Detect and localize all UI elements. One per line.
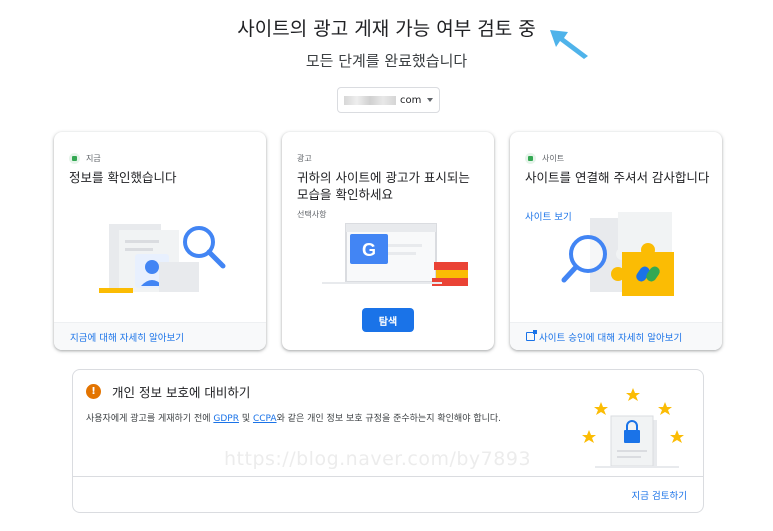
- card-ads: 광고 귀하의 사이트에 광고가 표시되는 모습을 확인하세요 선택사항 G 탐색: [282, 132, 494, 350]
- site-name-redacted: [344, 95, 396, 105]
- check-icon: [525, 153, 536, 164]
- gdpr-link[interactable]: GDPR: [213, 414, 239, 424]
- svg-text:G: G: [362, 240, 376, 260]
- card-status: 광고: [297, 153, 312, 164]
- card-footer-label: 사이트 승인에 대해 자세히 알아보기: [539, 332, 683, 344]
- browser-ad-illustration: G: [322, 223, 468, 286]
- card-status-label: 광고: [297, 154, 312, 163]
- card-status-label: 지금: [86, 154, 101, 163]
- watermark: https://blog.naver.com/by7893: [224, 448, 532, 470]
- site-selector[interactable]: com: [337, 87, 440, 113]
- privacy-desc-text: 및: [238, 414, 253, 424]
- card-footer-link[interactable]: 지금에 대해 자세히 알아보기: [54, 322, 266, 350]
- dropdown-caret-icon: [427, 98, 433, 102]
- card-heading: 귀하의 사이트에 광고가 표시되는 모습을 확인하세요: [297, 170, 470, 202]
- review-now-link[interactable]: 지금 검토하기: [632, 488, 687, 502]
- check-icon: [69, 153, 80, 164]
- card-footer-link[interactable]: 사이트 승인에 대해 자세히 알아보기: [510, 322, 722, 350]
- privacy-lock-illustration: [582, 388, 684, 468]
- card-status-label: 사이트: [542, 154, 565, 163]
- card-heading: 사이트를 연결해 주셔서 감사합니다: [525, 170, 710, 185]
- card-now: 지금 정보를 확인했습니다 지금에 대해 자세히 알아보기: [54, 132, 266, 350]
- site-domain-suffix: com: [400, 94, 422, 106]
- optional-label: 선택사항: [297, 210, 327, 219]
- privacy-header: ! 개인 정보 보호에 대비하기: [86, 382, 250, 401]
- privacy-desc-text: 와 같은 개인 정보 보호 규정을 준수하는지 확인해야 합니다.: [276, 414, 502, 424]
- ccpa-link[interactable]: CCPA: [253, 414, 277, 424]
- external-link-icon: [526, 330, 537, 341]
- warning-icon: !: [86, 384, 101, 399]
- page-title: 사이트의 광고 게재 가능 여부 검토 중: [237, 18, 536, 40]
- puzzle-search-illustration: [561, 212, 674, 296]
- card-status: 사이트: [525, 153, 564, 164]
- privacy-description: 사용자에게 광고를 게재하기 전에 GDPR 및 CCPA와 같은 개인 정보 …: [86, 411, 501, 424]
- page-subtitle: 모든 단계를 완료했습니다: [305, 52, 468, 70]
- explore-button[interactable]: 탐색: [362, 308, 414, 332]
- privacy-section: ! 개인 정보 보호에 대비하기 사용자에게 광고를 게재하기 전에 GDPR …: [72, 369, 704, 513]
- privacy-desc-text: 사용자에게 광고를 게재하기 전에: [86, 414, 214, 424]
- document-search-illustration: [99, 224, 226, 293]
- card-status: 지금: [69, 153, 101, 164]
- privacy-title: 개인 정보 보호에 대비하기: [112, 385, 251, 400]
- divider: [73, 476, 703, 477]
- card-site: 사이트 사이트를 연결해 주셔서 감사합니다 사이트 보기 사이트 승인에 대해…: [510, 132, 722, 350]
- card-heading: 정보를 확인했습니다: [69, 170, 177, 185]
